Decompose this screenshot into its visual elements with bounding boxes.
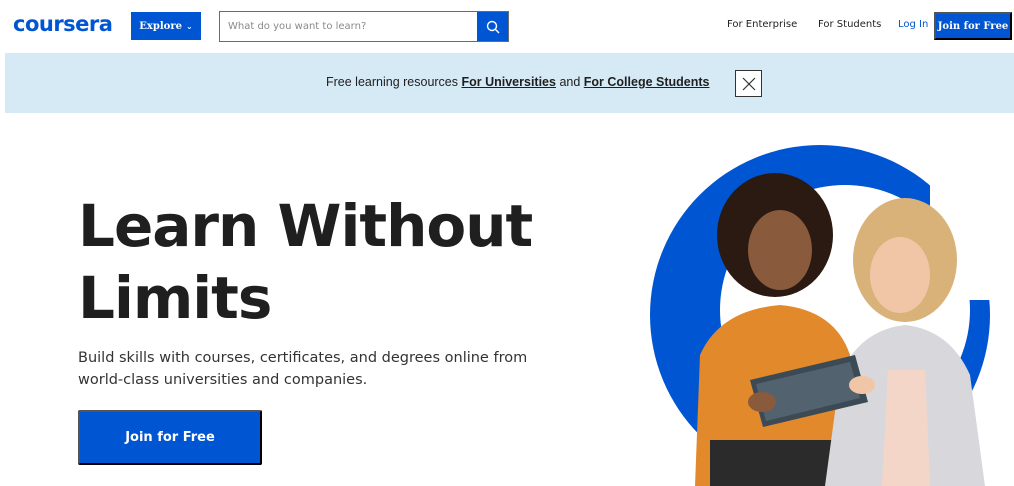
for-college-students-link[interactable]: For College Students — [584, 75, 710, 89]
search-icon — [486, 20, 499, 33]
hero-title-line2: Limits — [78, 264, 272, 332]
coursera-logo[interactable]: coursera — [13, 12, 113, 36]
banner-prefix: Free learning resources — [326, 75, 462, 89]
close-icon — [742, 77, 755, 90]
join-for-free-hero-button[interactable]: Join for Free — [78, 410, 262, 465]
for-universities-link[interactable]: For Universities — [461, 75, 555, 89]
banner-middle: and — [555, 75, 584, 89]
banner-close-button[interactable] — [735, 70, 762, 97]
explore-button[interactable]: Explore ⌄ — [131, 12, 201, 40]
banner-text: Free learning resources For Universities… — [326, 75, 709, 89]
chevron-down-icon: ⌄ — [185, 21, 193, 31]
hero-title-line1: Learn Without — [78, 192, 533, 260]
search-input[interactable] — [220, 12, 477, 41]
for-students-link[interactable]: For Students — [818, 19, 881, 30]
for-enterprise-link[interactable]: For Enterprise — [727, 19, 797, 30]
hero-subtitle: Build skills with courses, certificates,… — [78, 350, 528, 388]
hero-image — [650, 145, 1014, 486]
log-in-link[interactable]: Log In — [898, 19, 928, 30]
search-button[interactable] — [477, 12, 508, 41]
promo-banner: Free learning resources For Universities… — [5, 53, 1014, 113]
explore-label: Explore — [139, 20, 182, 32]
join-for-free-header-button[interactable]: Join for Free — [934, 12, 1012, 40]
top-navigation: coursera Explore ⌄ For Enterprise For St… — [0, 0, 1014, 50]
search-bar — [219, 11, 509, 42]
hero-title: Learn Without Limits — [78, 190, 558, 334]
